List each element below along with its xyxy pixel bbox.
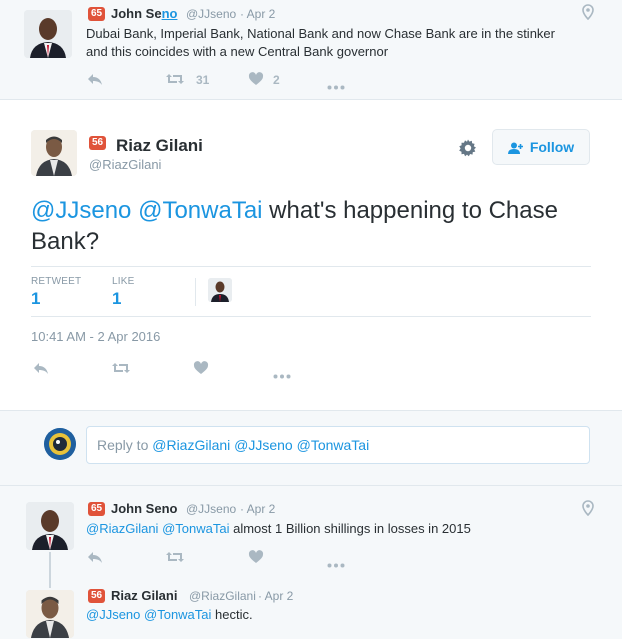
tweet-date[interactable]: · Apr 2: [240, 7, 275, 21]
reply-icon[interactable]: [87, 72, 103, 86]
avatar-john-seno[interactable]: [26, 502, 74, 550]
retweet-count: 31: [196, 73, 210, 87]
tweet-date[interactable]: · Apr 2: [240, 502, 275, 516]
author-name[interactable]: Riaz Gilani: [111, 588, 177, 603]
mention-link[interactable]: @RiazGilani: [86, 521, 158, 536]
gear-icon[interactable]: [459, 139, 477, 157]
author-name[interactable]: John Seno: [111, 501, 177, 516]
divider: [31, 316, 591, 317]
avatar-riaz-gilani[interactable]: [31, 130, 77, 176]
author-handle[interactable]: @JJseno: [186, 502, 236, 516]
like-stat-count[interactable]: 1: [112, 289, 121, 309]
author-name[interactable]: Riaz Gilani: [116, 136, 203, 156]
liker-avatar[interactable]: [208, 278, 232, 302]
like-stat-label: LIKE: [112, 276, 135, 287]
retweet-icon[interactable]: [165, 72, 185, 86]
like-count: 2: [273, 73, 280, 87]
tweet-timestamp[interactable]: 10:41 AM - 2 Apr 2016: [31, 329, 160, 344]
author-handle[interactable]: @RiazGilani: [89, 157, 161, 172]
like-icon[interactable]: [193, 361, 209, 375]
tweet-text: @RiazGilani @TonwaTai almost 1 Billion s…: [86, 521, 471, 536]
like-icon[interactable]: [248, 72, 264, 86]
divider: [195, 278, 196, 306]
author-handle[interactable]: @RiazGilani: [189, 589, 256, 603]
retweet-icon[interactable]: [111, 361, 131, 375]
location-pin-icon: [582, 4, 594, 21]
retweet-icon[interactable]: [165, 550, 185, 564]
more-icon[interactable]: [273, 366, 291, 379]
reply-icon[interactable]: [87, 550, 103, 564]
avatar-john-seno[interactable]: [24, 10, 72, 58]
location-pin-icon: [582, 500, 594, 517]
more-icon[interactable]: [327, 555, 345, 568]
tweet-text: @JJseno @TonwaTai what's happening to Ch…: [31, 197, 558, 255]
retweet-stat-label: RETWEET: [31, 276, 82, 287]
add-user-icon: [507, 141, 524, 154]
badge: 56: [88, 589, 106, 603]
reply-icon[interactable]: [33, 361, 49, 375]
mention-link[interactable]: @JJseno: [31, 197, 131, 224]
author-name[interactable]: John Seno: [111, 6, 177, 21]
current-user-avatar: [44, 428, 76, 460]
reply-input[interactable]: Reply to @RiazGilani @JJseno @TonwaTai: [86, 426, 590, 464]
like-icon[interactable]: [248, 550, 264, 564]
mention-link[interactable]: @JJseno: [86, 607, 140, 622]
badge: 65: [88, 502, 106, 516]
badge: 65: [88, 7, 106, 21]
thread-line: [49, 552, 51, 588]
tweet-text: Dubai Bank, Imperial Bank, National Bank…: [86, 26, 555, 59]
mention-link[interactable]: @TonwaTai: [138, 197, 262, 224]
follow-button[interactable]: Follow: [492, 129, 590, 165]
author-handle[interactable]: @JJseno: [186, 7, 236, 21]
badge: 56: [89, 136, 107, 150]
avatar-riaz-gilani[interactable]: [26, 590, 74, 638]
mention-link[interactable]: @TonwaTai: [144, 607, 211, 622]
retweet-stat-count[interactable]: 1: [31, 289, 40, 309]
follow-label: Follow: [529, 139, 575, 155]
mention-link[interactable]: @TonwaTai: [162, 521, 229, 536]
context-tweet[interactable]: 65 John Seno @JJseno · Apr 2 Dubai Bank,…: [0, 0, 622, 100]
tweet-date[interactable]: · Apr 2: [258, 589, 293, 603]
more-icon[interactable]: [327, 77, 345, 90]
divider: [31, 266, 591, 267]
tweet-text: @JJseno @TonwaTai hectic.: [86, 607, 253, 622]
